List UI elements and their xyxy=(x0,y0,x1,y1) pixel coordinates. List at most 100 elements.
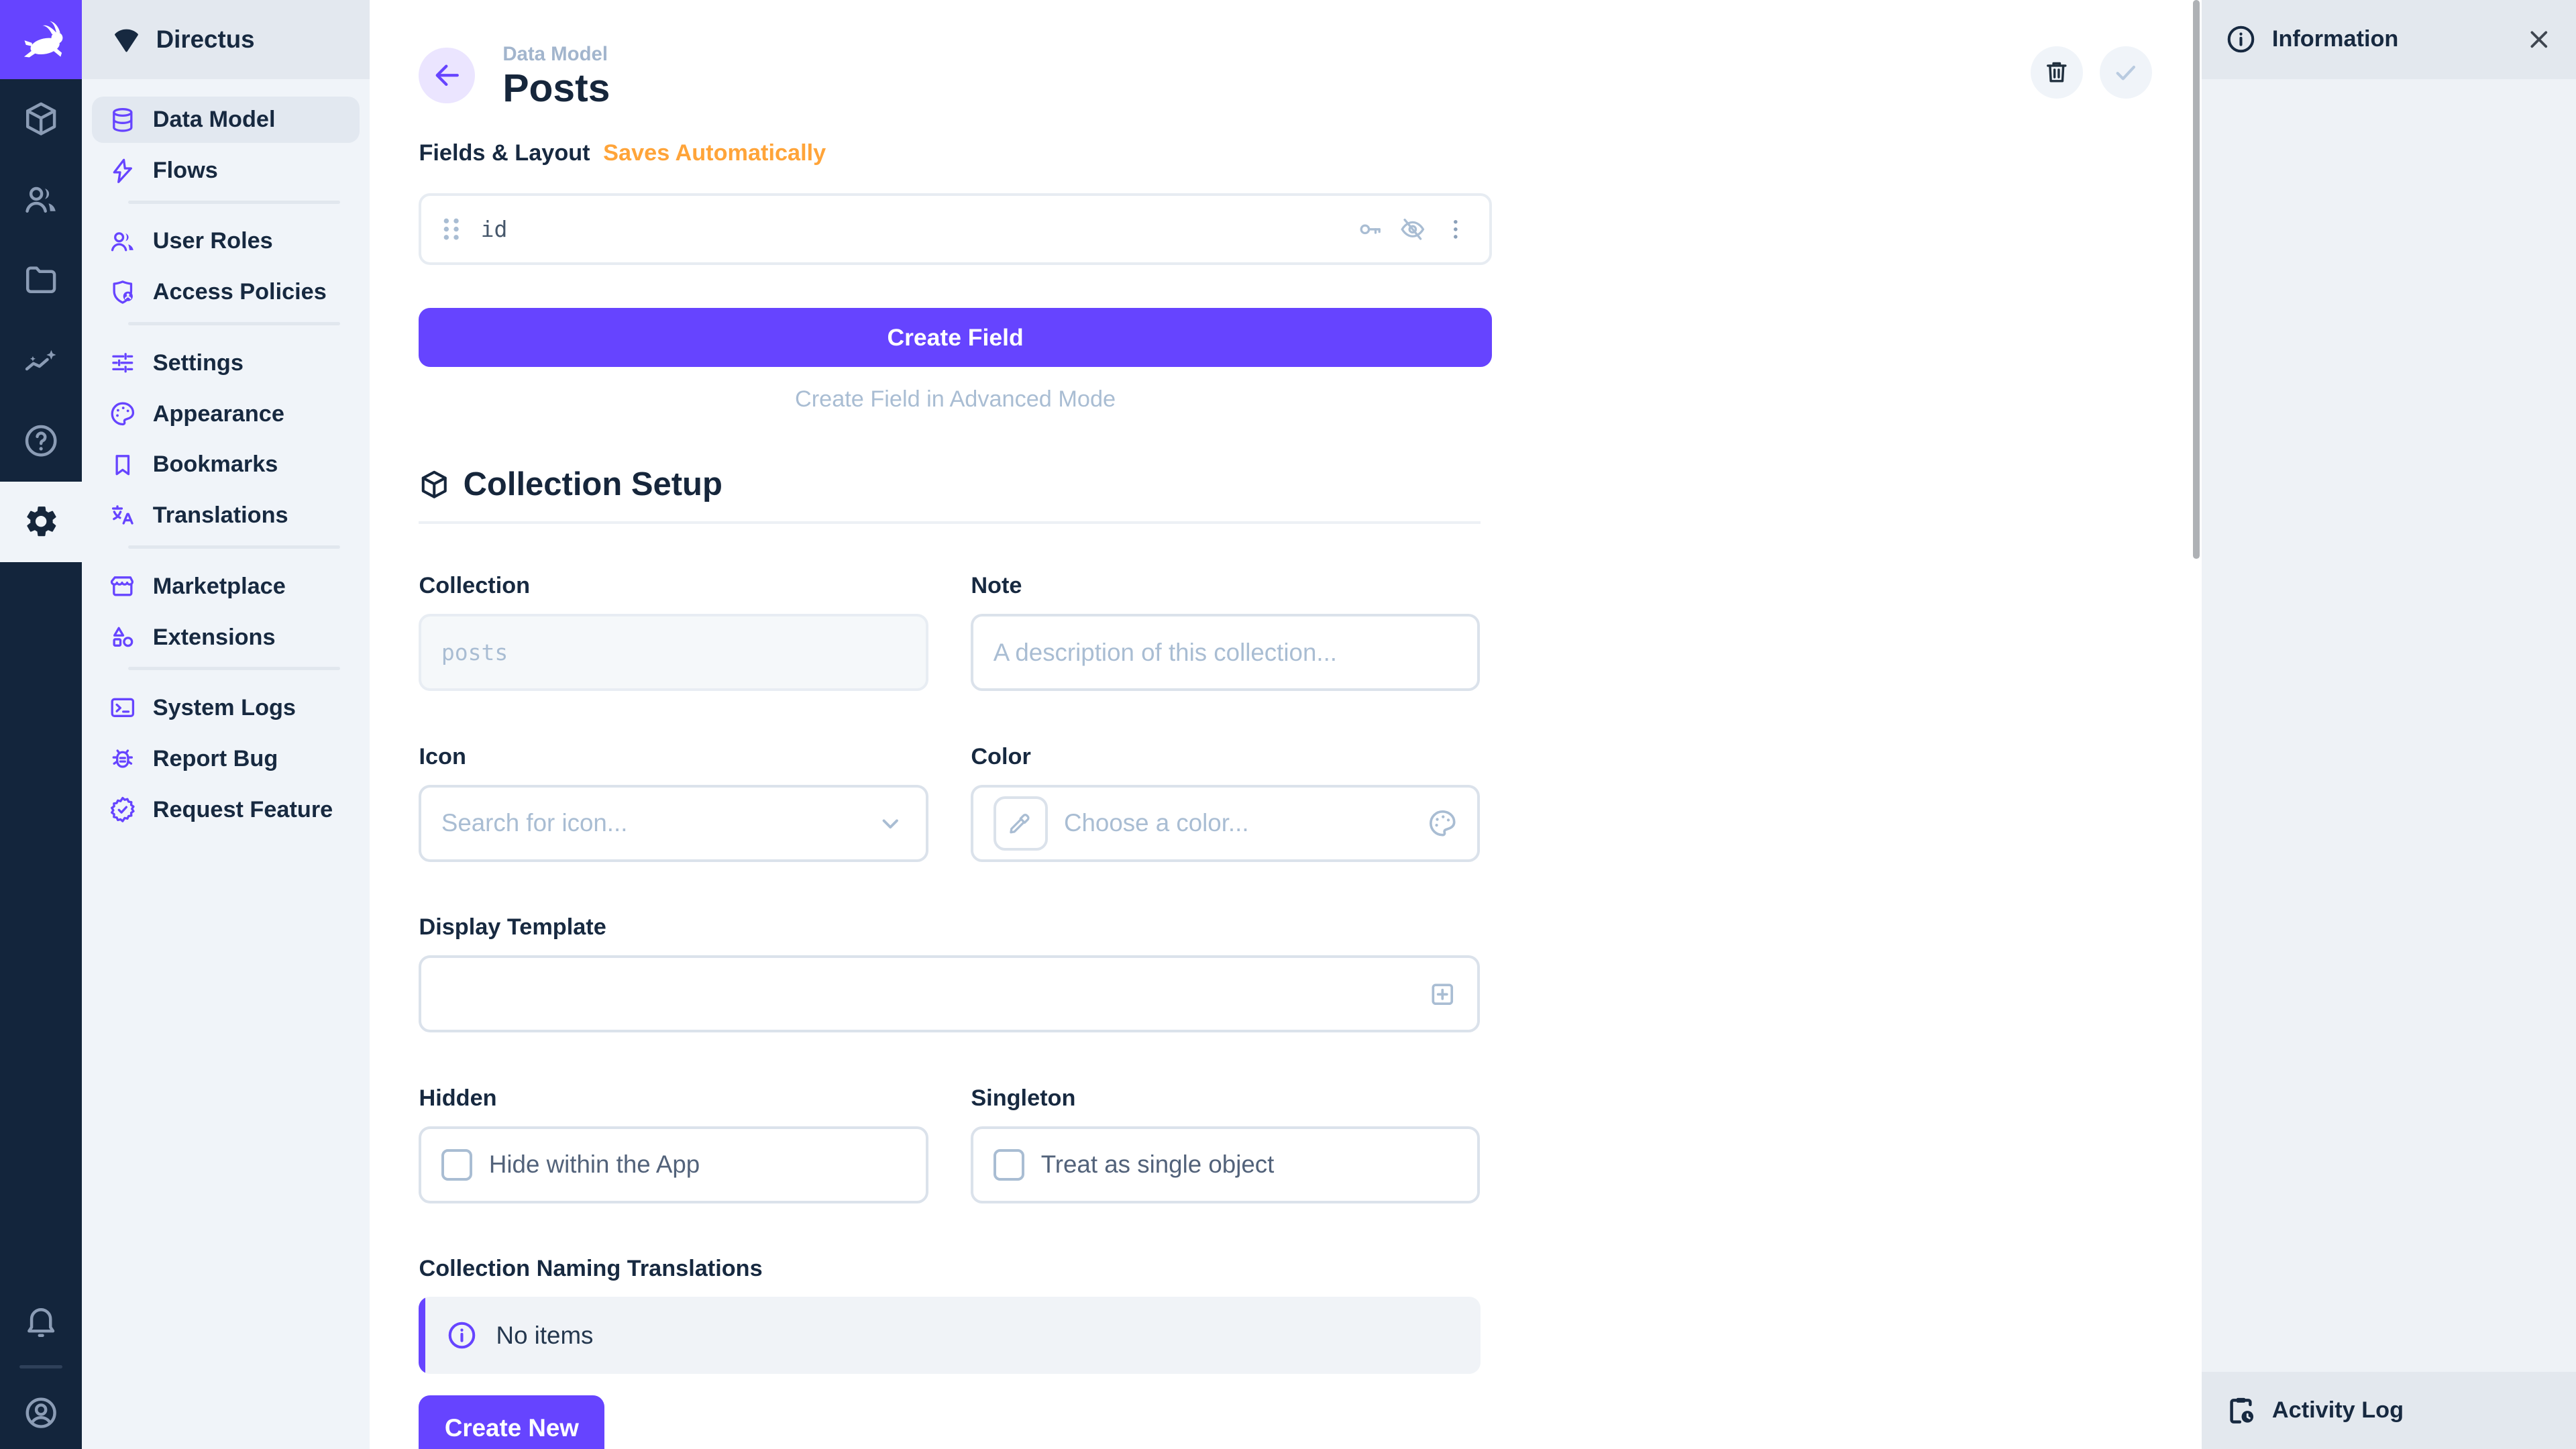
module-notifications[interactable] xyxy=(0,1285,82,1357)
display-template-input[interactable] xyxy=(441,980,1427,1008)
module-files[interactable] xyxy=(0,240,82,321)
icon-field-group: Icon xyxy=(419,744,928,862)
sidebar-item-extensions[interactable]: Extensions xyxy=(92,614,360,661)
module-account[interactable] xyxy=(0,1377,82,1449)
hidden-checkbox-wrap[interactable]: Hide within the App xyxy=(419,1126,928,1203)
info-sidebar: Information Activity Log xyxy=(2202,0,2576,1449)
display-template-input-wrap xyxy=(419,955,1480,1032)
help-icon xyxy=(22,422,60,460)
title-block: Data Model Posts xyxy=(502,43,610,111)
sidebar-item-label: System Logs xyxy=(153,695,296,721)
naming-translations-label: Collection Naming Translations xyxy=(419,1256,1480,1282)
collection-input-wrap xyxy=(419,614,928,691)
color-input[interactable] xyxy=(1064,809,1427,837)
info-sidebar-body xyxy=(2202,79,2576,1372)
sidebar-item-appearance[interactable]: Appearance xyxy=(92,391,360,437)
note-input[interactable] xyxy=(994,639,1458,667)
activity-log-label: Activity Log xyxy=(2272,1397,2404,1424)
singleton-checkbox[interactable] xyxy=(994,1149,1025,1181)
sidebar-item-system-logs[interactable]: System Logs xyxy=(92,685,360,731)
singleton-label: Singleton xyxy=(971,1085,1480,1112)
sidebar-item-label: Access Policies xyxy=(153,279,327,305)
nav-divider xyxy=(128,322,340,325)
collection-form: Fields & Layout Saves Automatically id xyxy=(419,140,1491,1449)
autosave-note: Saves Automatically xyxy=(603,140,826,166)
no-items-banner: No items xyxy=(419,1297,1480,1374)
nav-sidebar: Directus Data Model Flows User Roles Access… xyxy=(82,0,370,1449)
save-button[interactable] xyxy=(2100,46,2152,99)
nav-divider xyxy=(128,667,340,670)
create-field-advanced-link[interactable]: Create Field in Advanced Mode xyxy=(419,386,1491,413)
drag-handle-icon[interactable] xyxy=(441,216,461,242)
trash-icon xyxy=(2043,58,2071,87)
sidebar-item-label: Request Feature xyxy=(153,797,333,823)
info-sidebar-title: Information xyxy=(2272,26,2398,52)
module-insights[interactable] xyxy=(0,321,82,401)
collection-input[interactable] xyxy=(441,639,906,665)
sidebar-item-settings[interactable]: Settings xyxy=(92,340,360,386)
shield-user-icon xyxy=(109,278,137,307)
note-field-group: Note xyxy=(971,573,1480,691)
sidebar-item-label: Translations xyxy=(153,502,288,529)
chevron-down-icon[interactable] xyxy=(875,808,906,839)
icon-search-input[interactable] xyxy=(441,809,875,837)
singleton-field-group: Singleton Treat as single object xyxy=(971,1085,1480,1203)
sidebar-item-marketplace[interactable]: Marketplace xyxy=(92,564,360,610)
module-content[interactable] xyxy=(0,79,82,160)
box-icon xyxy=(22,100,60,138)
rabbit-icon xyxy=(16,15,65,64)
eyedropper-icon xyxy=(1006,809,1034,837)
icon-label: Icon xyxy=(419,744,928,770)
sidebar-item-flows[interactable]: Flows xyxy=(92,148,360,194)
bell-icon xyxy=(22,1302,60,1340)
sidebar-item-access-policies[interactable]: Access Policies xyxy=(92,270,360,316)
field-row-id[interactable]: id xyxy=(419,193,1491,266)
sidebar-item-translations[interactable]: Translations xyxy=(92,493,360,539)
sidebar-item-label: User Roles xyxy=(153,228,273,254)
storefront-icon xyxy=(109,572,137,600)
sidebar-item-label: Data Model xyxy=(153,107,276,133)
delete-collection-button[interactable] xyxy=(2031,46,2083,99)
eye-off-icon[interactable] xyxy=(1399,215,1427,244)
collection-setup-title: Collection Setup xyxy=(464,466,722,503)
hidden-checkbox[interactable] xyxy=(441,1149,473,1181)
main-scrollbar[interactable] xyxy=(2193,0,2200,559)
collection-setup-grid: Collection Note Icon xyxy=(419,573,1480,1449)
gear-icon xyxy=(22,502,60,540)
users-icon xyxy=(109,227,137,256)
main-header: Data Model Posts xyxy=(370,0,2202,111)
bug-icon xyxy=(109,745,137,773)
bolt-icon xyxy=(109,157,137,185)
directus-logo[interactable] xyxy=(0,0,82,79)
module-settings[interactable] xyxy=(0,482,82,562)
key-icon[interactable] xyxy=(1356,215,1384,244)
people-icon xyxy=(22,180,60,218)
back-button[interactable] xyxy=(419,48,474,103)
create-new-button[interactable]: Create New xyxy=(419,1395,604,1449)
nav-divider xyxy=(128,545,340,549)
sidebar-item-report-bug[interactable]: Report Bug xyxy=(92,736,360,782)
info-sidebar-header: Information xyxy=(2202,0,2576,79)
sidebar-item-user-roles[interactable]: User Roles xyxy=(92,219,360,265)
palette-icon[interactable] xyxy=(1427,808,1458,839)
module-docs[interactable] xyxy=(0,401,82,482)
breadcrumb[interactable]: Data Model xyxy=(502,43,610,66)
sidebar-item-request-feature[interactable]: Request Feature xyxy=(92,787,360,833)
add-field-plus-icon[interactable] xyxy=(1427,979,1458,1010)
project-chooser[interactable]: Directus xyxy=(82,0,370,79)
kebab-menu-icon[interactable] xyxy=(1442,215,1470,244)
module-users[interactable] xyxy=(0,160,82,240)
activity-log-button[interactable]: Activity Log xyxy=(2202,1372,2576,1449)
project-wedge-icon xyxy=(110,23,143,56)
sidebar-item-label: Marketplace xyxy=(153,574,286,600)
color-swatch-button[interactable] xyxy=(994,796,1048,851)
terminal-icon xyxy=(109,694,137,722)
palette-icon xyxy=(109,400,137,428)
field-row-icons xyxy=(1356,215,1469,244)
create-field-button[interactable]: Create Field xyxy=(419,308,1491,367)
singleton-checkbox-wrap[interactable]: Treat as single object xyxy=(971,1126,1480,1203)
close-sidebar-button[interactable] xyxy=(2525,25,2553,54)
sidebar-item-bookmarks[interactable]: Bookmarks xyxy=(92,442,360,488)
insights-icon xyxy=(22,341,60,379)
sidebar-item-data-model[interactable]: Data Model xyxy=(92,97,360,143)
